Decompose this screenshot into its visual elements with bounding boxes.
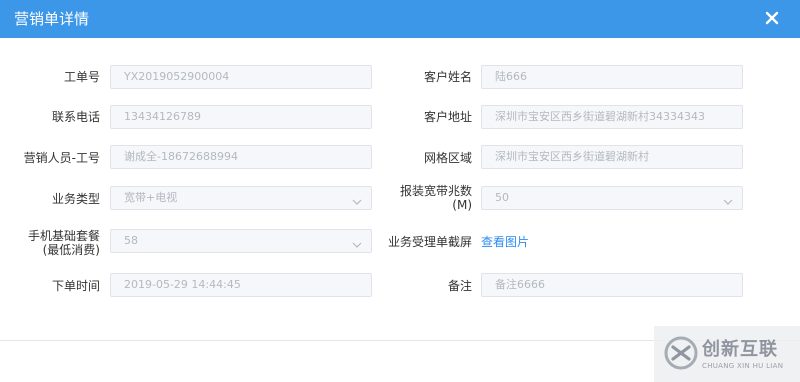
- sales-staff-label: 营销人员-工号: [23, 151, 100, 165]
- watermark-text: 创新互联: [702, 339, 778, 360]
- customer-name-value: 陆666: [495, 70, 527, 83]
- mobile-plan-label-line2: (最低消费): [42, 243, 100, 257]
- watermark: 创新互联 CHUANG XIN HU LIAN: [654, 326, 800, 382]
- address-value: 深圳市宝安区西乡街道碧湖新村34334343: [495, 110, 705, 123]
- mobile-plan-label-line1: 手机基础套餐: [27, 229, 100, 243]
- address-field[interactable]: 深圳市宝安区西乡街道碧湖新村34334343: [481, 105, 743, 129]
- order-time-field[interactable]: 2019-05-29 14:44:45: [110, 273, 372, 297]
- customer-name-label: 客户姓名: [423, 70, 472, 84]
- address-label: 客户地址: [423, 110, 472, 124]
- order-time-value: 2019-05-29 14:44:45: [124, 278, 241, 291]
- mobile-plan-value: 58: [124, 234, 138, 247]
- dialog-title: 营销单详情: [14, 10, 90, 28]
- order-time-label: 下单时间: [51, 279, 100, 293]
- phone-label: 联系电话: [51, 110, 100, 124]
- close-icon[interactable]: [762, 8, 782, 28]
- bandwidth-value: 50: [495, 191, 509, 204]
- business-type-value: 宽带+电视: [124, 191, 178, 204]
- view-image-link[interactable]: 查看图片: [481, 235, 529, 249]
- bandwidth-label-line2: (M): [452, 198, 472, 212]
- business-type-select[interactable]: 宽带+电视: [110, 186, 372, 210]
- remark-field[interactable]: 备注6666: [481, 273, 743, 297]
- order-no-label: 工单号: [63, 70, 100, 84]
- watermark-subtext: CHUANG XIN HU LIAN: [702, 362, 784, 370]
- chevron-down-icon: [352, 236, 362, 248]
- grid-area-label: 网格区域: [423, 151, 472, 165]
- grid-area-value: 深圳市宝安区西乡街道碧湖新村: [495, 150, 649, 163]
- order-no-value: YX2019052900004: [124, 70, 230, 83]
- chevron-down-icon: [352, 193, 362, 205]
- remark-value: 备注6666: [495, 278, 545, 291]
- remark-label: 备注: [447, 279, 472, 293]
- bandwidth-label: 报装宽带兆数 (M): [380, 184, 472, 212]
- sales-staff-value: 谢成全-18672688994: [124, 150, 238, 163]
- phone-value: 13434126789: [124, 110, 201, 123]
- chevron-down-icon: [723, 193, 733, 205]
- bandwidth-select[interactable]: 50: [481, 186, 743, 210]
- swirl-logo-icon: [664, 336, 698, 370]
- grid-area-field[interactable]: 深圳市宝安区西乡街道碧湖新村: [481, 145, 743, 169]
- customer-name-field[interactable]: 陆666: [481, 65, 743, 89]
- bandwidth-label-line1: 报装宽带兆数: [399, 184, 472, 198]
- sales-staff-field[interactable]: 谢成全-18672688994: [110, 145, 372, 169]
- mobile-plan-label: 手机基础套餐 (最低消费): [10, 229, 100, 257]
- business-type-label: 业务类型: [51, 192, 100, 206]
- dialog-header: 营销单详情: [0, 0, 800, 38]
- screenshot-label: 业务受理单截屏: [387, 235, 472, 249]
- mobile-plan-select[interactable]: 58: [110, 229, 372, 253]
- phone-field[interactable]: 13434126789: [110, 105, 372, 129]
- order-no-field[interactable]: YX2019052900004: [110, 65, 372, 89]
